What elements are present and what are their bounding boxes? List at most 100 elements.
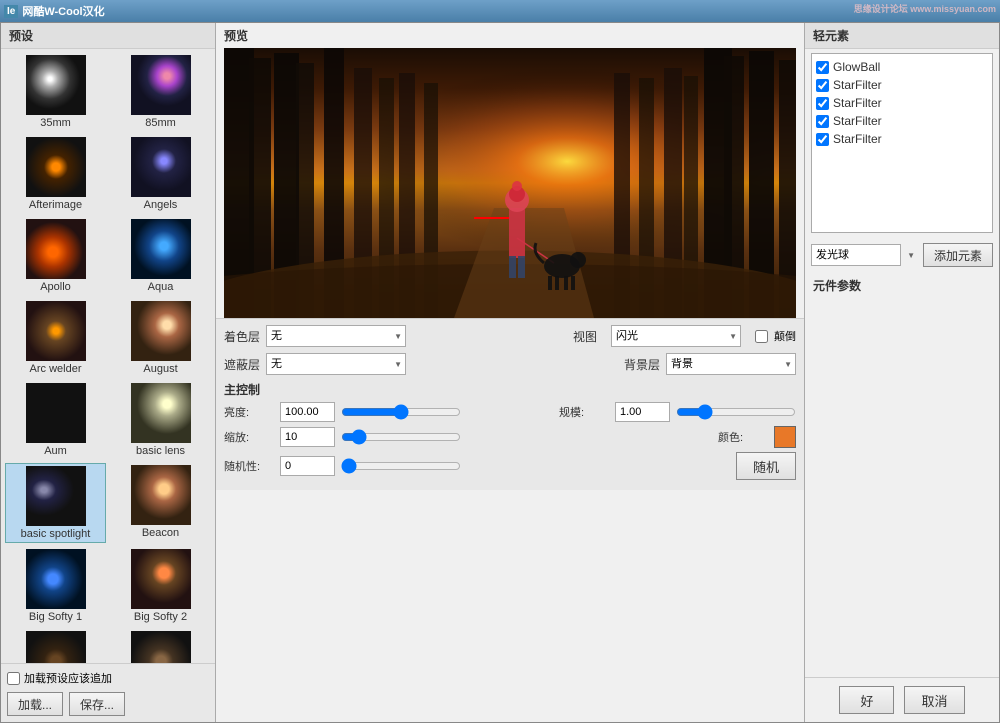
preset-item-85mm[interactable]: 85mm [110, 53, 211, 131]
title-bar: Ie 网酷W-Cool汉化 思缘设计论坛 www.missyuan.com [0, 0, 1000, 22]
element-checkbox-4[interactable] [816, 133, 829, 146]
app-title: 网酷W-Cool汉化 [22, 3, 104, 19]
preset-item-basiclens[interactable]: basic lens [110, 381, 211, 459]
preset-thumb-aqua [131, 219, 191, 279]
brightness-label: 亮度: [224, 404, 274, 420]
preset-thumb-basicspotlight [26, 466, 86, 526]
master-control-title: 主控制 [224, 381, 796, 398]
load-append-row: 加载预设应该追加 [7, 670, 209, 686]
component-params-area [805, 298, 999, 677]
preset-item-arcwelder[interactable]: Arc welder [5, 299, 106, 377]
zoom-input[interactable] [280, 427, 335, 447]
preset-thumb-extra1 [26, 631, 86, 663]
load-button[interactable]: 加载... [7, 692, 63, 716]
preset-thumb-august [131, 301, 191, 361]
add-element-button[interactable]: 添加元素 [923, 243, 993, 267]
random-button[interactable]: 随机 [736, 452, 796, 480]
color-swatch[interactable] [774, 426, 796, 448]
forest-svg [224, 48, 796, 318]
brightness-input[interactable] [280, 402, 335, 422]
scale-slider[interactable] [676, 403, 796, 421]
element-checkbox-2[interactable] [816, 97, 829, 110]
preset-thumb-angels [131, 137, 191, 197]
scale-input[interactable] [615, 402, 670, 422]
preset-item-bigsofty2[interactable]: Big Softy 2 [110, 547, 211, 625]
color-layer-label: 着色层 [224, 328, 260, 345]
load-append-label: 加载预设应该追加 [24, 670, 112, 686]
preset-item-beacon[interactable]: Beacon [110, 463, 211, 543]
element-checkbox-3[interactable] [816, 115, 829, 128]
preset-item-basicspotlight[interactable]: basic spotlight [5, 463, 106, 543]
preset-label-basiclens: basic lens [136, 445, 185, 457]
preset-item-extra1[interactable]: Softy [5, 629, 106, 663]
random-slider[interactable] [341, 457, 461, 475]
watermark: 思缘设计论坛 www.missyuan.com [854, 2, 996, 15]
presets-title: 预设 [1, 23, 215, 49]
preset-label-bigsofty2: Big Softy 2 [134, 611, 187, 623]
preview-image[interactable] [224, 48, 796, 318]
element-label-1: StarFilter [833, 78, 882, 92]
left-bottom: 加载预设应该追加 加载... 保存... [1, 663, 215, 722]
preset-label-august: August [143, 363, 177, 375]
element-checkbox-0[interactable] [816, 61, 829, 74]
mask-layer-dropdown[interactable]: 无 [266, 353, 406, 375]
app-icon: Ie [4, 5, 18, 18]
mask-layer-dropdown-wrapper: 无 [266, 353, 406, 375]
ok-button[interactable]: 好 [839, 686, 894, 714]
component-params-title: 元件参数 [805, 273, 999, 298]
color-layer-dropdown[interactable]: 无 [266, 325, 406, 347]
brightness-slider[interactable] [341, 403, 461, 421]
right-bottom-buttons: 好 取消 [805, 677, 999, 722]
zoom-color-row: 缩放: 颜色: [224, 426, 796, 448]
preset-label-arcwelder: Arc welder [30, 363, 82, 375]
reverse-checkbox[interactable] [755, 330, 768, 343]
color-layer-row: 着色层 无 视图 闪光 颠倒 [224, 325, 796, 347]
view-label: 视图 [573, 328, 605, 345]
element-item-starfilter22: StarFilter [816, 94, 988, 112]
preset-grid: 35mm 85mm AfterimageAngelsApolloAqua Arc we… [1, 49, 215, 663]
preset-thumb-35mm [26, 55, 86, 115]
random-input[interactable] [280, 456, 335, 476]
preset-thumb-beacon [131, 465, 191, 525]
preset-item-extra2[interactable] [110, 629, 211, 663]
preset-thumb-apollo [26, 219, 86, 279]
preset-item-apollo[interactable]: Apollo [5, 217, 106, 295]
element-item-starfilter11: StarFilter [816, 76, 988, 94]
element-item-starfilter44: StarFilter [816, 130, 988, 148]
main-window: 预设 35mm 85mm AfterimageAngelsApolloAqua Arc… [0, 22, 1000, 723]
bg-layer-label: 背景层 [624, 356, 660, 373]
scale-label: 规模: [559, 404, 609, 420]
random-label: 随机性: [224, 458, 274, 474]
zoom-slider[interactable] [341, 428, 461, 446]
cancel-button[interactable]: 取消 [904, 686, 964, 714]
preset-item-august[interactable]: August [110, 299, 211, 377]
brightness-scale-row: 亮度: 规模: [224, 402, 796, 422]
preset-label-85mm: 85mm [145, 117, 176, 129]
color-layer-dropdown-wrapper: 无 [266, 325, 406, 347]
preset-thumb-85mm [131, 55, 191, 115]
preset-item-afterimage[interactable]: Afterimage [5, 135, 106, 213]
preset-thumb-arcwelder [26, 301, 86, 361]
color-label: 颜色: [718, 429, 768, 445]
preset-item-35mm[interactable]: 35mm [5, 53, 106, 131]
add-element-dropdown-wrapper: 发光球 星形滤镜 光晕 [811, 244, 919, 266]
content-area: 预设 35mm 85mm AfterimageAngelsApolloAqua Arc… [1, 23, 999, 722]
bg-layer-dropdown[interactable]: 背景 [666, 353, 796, 375]
load-append-checkbox[interactable] [7, 672, 20, 685]
element-checkbox-1[interactable] [816, 79, 829, 92]
middle-panel: 预览 [216, 23, 804, 722]
preset-item-angels[interactable]: Angels [110, 135, 211, 213]
save-button[interactable]: 保存... [69, 692, 125, 716]
title-bar-left: Ie 网酷W-Cool汉化 [4, 3, 105, 19]
view-dropdown[interactable]: 闪光 [611, 325, 741, 347]
zoom-label: 缩放: [224, 429, 274, 445]
preset-thumb-basiclens [131, 383, 191, 443]
preset-item-bigsofty1[interactable]: Big Softy 1 [5, 547, 106, 625]
preset-item-aum[interactable]: Aum [5, 381, 106, 459]
preset-thumb-bigsofty2 [131, 549, 191, 609]
preset-label-aum: Aum [44, 445, 67, 457]
element-label-0: GlowBall [833, 60, 880, 74]
preset-item-aqua[interactable]: Aqua [110, 217, 211, 295]
add-element-dropdown[interactable]: 发光球 星形滤镜 光晕 [811, 244, 901, 266]
bg-layer-dropdown-wrapper: 背景 [666, 353, 796, 375]
